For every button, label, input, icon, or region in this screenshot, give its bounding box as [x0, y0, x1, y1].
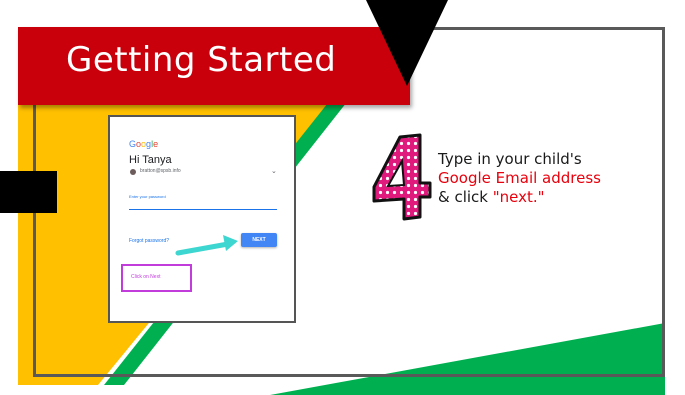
chevron-down-icon[interactable]: ⌄	[271, 167, 277, 175]
callout-label: Click on Next	[131, 274, 161, 280]
google-login-card: Google Hi Tanya bratton@spsb.info ⌄ Ente…	[108, 115, 296, 323]
logo-letter: G	[129, 139, 137, 149]
slide: Getting Started Google Hi Tanya bratton@…	[0, 0, 685, 395]
forgot-password-link[interactable]: Forgot password?	[129, 238, 169, 244]
greeting-text: Hi Tanya	[129, 154, 172, 166]
instruction-line-2: Google Email address	[438, 169, 601, 187]
black-rectangle	[0, 171, 57, 213]
instruction-text: Type in your child's Google Email addres…	[438, 150, 601, 207]
google-logo: Google	[129, 139, 158, 149]
instruction-line-1: Type in your child's	[438, 150, 582, 168]
instruction-next-highlight: "next."	[492, 188, 545, 206]
password-field[interactable]	[129, 201, 277, 210]
instruction-line-3: & click "next."	[438, 188, 601, 207]
account-email: bratton@spsb.info	[140, 168, 181, 174]
password-field-label: Enter your password	[129, 194, 166, 199]
logo-letter: e	[153, 139, 159, 149]
instruction-line-3-prefix: & click	[438, 188, 493, 206]
slide-title: Getting Started	[66, 40, 337, 80]
step-number-badge: 4	[372, 133, 432, 221]
avatar	[130, 169, 136, 175]
next-button[interactable]: NEXT	[241, 233, 277, 247]
